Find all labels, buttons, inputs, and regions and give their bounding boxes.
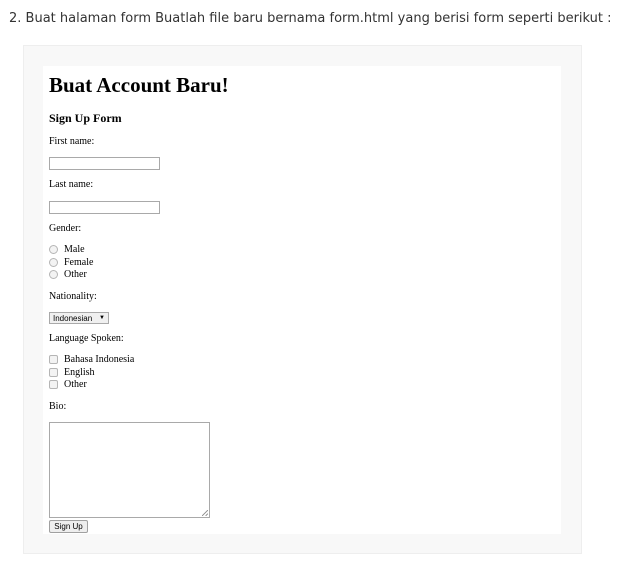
english-checkbox[interactable] [49,368,58,377]
female-radio[interactable] [49,258,58,267]
gender-label: Gender: [49,223,82,234]
last-name-field[interactable] [49,201,160,214]
instruction-text: 2. Buat halaman form Buatlah file baru b… [9,11,612,26]
bio-textarea[interactable] [49,422,210,518]
other-gender-label: Other [64,269,87,280]
male-label: Male [64,244,85,255]
chevron-down-icon: ▼ [99,315,105,321]
page-title: Buat Account Baru! [49,73,229,97]
nationality-selected-value: Indonesian [53,314,93,323]
nationality-select[interactable]: Indonesian ▼ [49,312,109,324]
first-name-label: First name: [49,136,95,147]
male-radio[interactable] [49,245,58,254]
english-label: English [64,367,95,378]
last-name-label: Last name: [49,179,94,190]
bio-label: Bio: [49,401,67,412]
other-gender-radio[interactable] [49,270,58,279]
form-page: Buat Account Baru! Sign Up Form First na… [43,66,561,534]
sign-up-button[interactable]: Sign Up [49,520,88,533]
other-language-label: Other [64,379,87,390]
nationality-label: Nationality: [49,291,97,302]
form-subtitle: Sign Up Form [49,111,122,125]
language-label: Language Spoken: [49,333,124,344]
resize-grip-icon[interactable] [202,510,208,516]
bahasa-checkbox[interactable] [49,355,58,364]
bahasa-label: Bahasa Indonesia [64,354,135,365]
first-name-field[interactable] [49,157,160,170]
other-language-checkbox[interactable] [49,380,58,389]
female-label: Female [64,257,94,268]
